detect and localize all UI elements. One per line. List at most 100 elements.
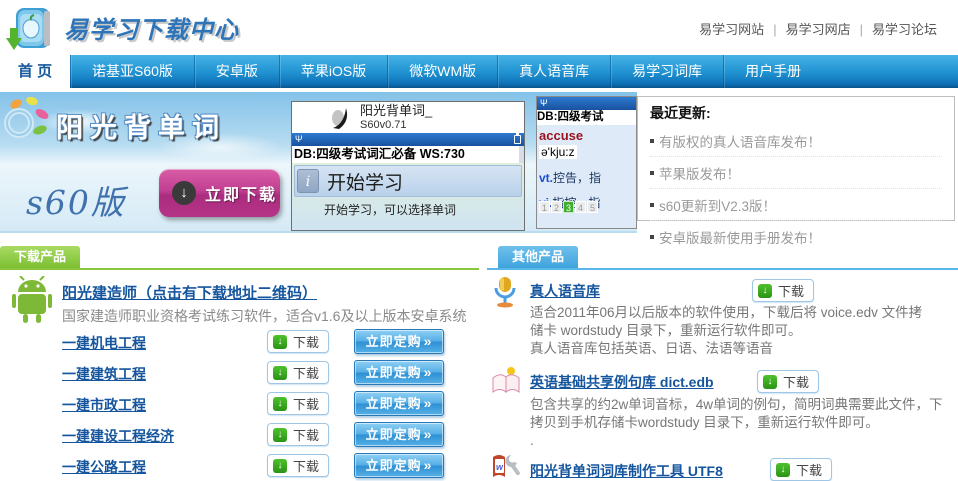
order-arrow-icon: » bbox=[424, 364, 433, 380]
download-button[interactable]: ↓下载 bbox=[267, 423, 329, 446]
download-button[interactable]: ↓下载 bbox=[757, 370, 819, 393]
product-link[interactable]: 一建建筑工程 bbox=[62, 364, 146, 384]
schoolbag-logo-icon bbox=[6, 2, 58, 52]
order-arrow-icon: » bbox=[424, 426, 433, 442]
product-link[interactable]: 一建机电工程 bbox=[62, 333, 146, 353]
voice-library-desc-line: 储卡 wordstudy 目录下，重新运行软件即可。 bbox=[530, 319, 802, 339]
download-arrow-icon: ↓ bbox=[763, 375, 777, 389]
product-link[interactable]: 一建公路工程 bbox=[62, 457, 146, 477]
bullet-icon bbox=[650, 235, 654, 239]
product-link[interactable]: 一建市政工程 bbox=[62, 395, 146, 415]
phone1-statusbar: Ψ bbox=[292, 133, 524, 146]
order-button[interactable]: 立即定购» bbox=[354, 391, 444, 416]
link-separator: | bbox=[860, 22, 863, 37]
page-number: 4 bbox=[575, 201, 586, 213]
hero-section: 阳光背单词 s60版 ↓ 立即下载 阳光背单词_ S60v0.71 Ψ DB:四… bbox=[0, 92, 958, 235]
order-button[interactable]: 立即定购» bbox=[354, 329, 444, 354]
voice-library-desc-line: 适合2011年06月以后版本的软件使用，下载后将 voice.edv 文件拷 bbox=[530, 301, 922, 321]
sentence-library-desc-line: 包含共享的约2w单词音标，4w单词的例句，简明词典需要此文件，下 bbox=[530, 393, 943, 413]
screenshot-phone2: Ψ DB:四级考试 accuse ə'kju:z vt.控告，指 vi.指控，指… bbox=[536, 96, 637, 229]
phone1-db-line: DB:四级考试词汇必备 WS:730 bbox=[292, 146, 524, 163]
bullet-icon bbox=[650, 139, 654, 143]
tab-other-products: 其他产品 bbox=[498, 246, 578, 268]
banner-subtitle: s60版 bbox=[26, 176, 126, 224]
download-arrow-icon: ↓ bbox=[273, 397, 287, 411]
phone1-app-title: 阳光背单词_ bbox=[360, 104, 432, 118]
recent-updates-title: 最近更新: bbox=[650, 103, 942, 123]
page-number: 1 bbox=[539, 201, 550, 213]
other-products-header: 其他产品 bbox=[487, 246, 958, 270]
product-link[interactable]: 一建建设工程经济 bbox=[62, 426, 174, 446]
download-button[interactable]: ↓下载 bbox=[267, 454, 329, 477]
nav-item-manual[interactable]: 用户手册 bbox=[723, 55, 822, 88]
page-number-active: 3 bbox=[563, 201, 574, 213]
order-arrow-icon: » bbox=[424, 395, 433, 411]
header: 易学习下载中心 易学习网站 | 易学习网店 | 易学习论坛 bbox=[0, 0, 958, 55]
link-separator: | bbox=[773, 22, 776, 37]
tool-icon: w bbox=[491, 453, 521, 479]
tab-download-products: 下载产品 bbox=[0, 246, 80, 268]
update-item[interactable]: s60更新到V2.3版！ bbox=[650, 189, 942, 221]
sentence-library-desc-line: 拷贝到手机存储卡wordstudy 目录下，重新运行软件即可。 bbox=[530, 411, 879, 431]
book-icon bbox=[491, 366, 521, 396]
phone2-phonetic: ə'kju:z bbox=[539, 145, 577, 159]
android-icon bbox=[10, 276, 54, 324]
order-button[interactable]: 立即定购» bbox=[354, 453, 444, 478]
nav-item-s60[interactable]: 诺基亚S60版 bbox=[70, 55, 194, 88]
banner-download-button[interactable]: ↓ 立即下载 bbox=[159, 169, 280, 217]
nav-item-ios[interactable]: 苹果iOS版 bbox=[279, 55, 387, 88]
page-number: 5 bbox=[587, 201, 598, 213]
download-arrow-icon: ↓ bbox=[758, 284, 772, 298]
site-title: 易学习下载中心 bbox=[64, 10, 239, 45]
nav-item-wm[interactable]: 微软WM版 bbox=[387, 55, 497, 88]
phone1-menu-desc: 开始学习，可以选择单词 bbox=[324, 201, 522, 218]
phone1-app-version: S60v0.71 bbox=[360, 119, 432, 131]
download-button[interactable]: ↓下载 bbox=[752, 279, 814, 302]
download-arrow-icon: ↓ bbox=[172, 181, 196, 205]
order-button[interactable]: 立即定购» bbox=[354, 422, 444, 447]
phone2-statusbar: Ψ bbox=[537, 97, 636, 110]
update-item[interactable]: 有版权的真人语音库发布！ bbox=[650, 125, 942, 157]
antenna-icon: Ψ bbox=[540, 97, 548, 110]
phone2-body: accuse ə'kju:z vt.控告，指 vi.指控，指 1 2 3 4 5 bbox=[537, 125, 636, 229]
phone1-menu: i 开始学习 开始学习，可以选择单词 bbox=[292, 163, 524, 231]
dict-tool-link[interactable]: 阳光背单词词库制作工具 UTF8 bbox=[530, 461, 723, 481]
link-forum[interactable]: 易学习论坛 bbox=[872, 22, 937, 37]
flower-decoration-icon bbox=[2, 96, 52, 148]
info-icon: i bbox=[297, 169, 319, 193]
battery-icon bbox=[514, 135, 521, 144]
order-button[interactable]: 立即定购» bbox=[354, 360, 444, 385]
antenna-icon: Ψ bbox=[295, 133, 303, 146]
product-main-desc: 国家建造师职业资格考试练习软件，适合v1.6及以上版本安卓系统 bbox=[62, 306, 466, 326]
main-nav: 首 页 诺基亚S60版 安卓版 苹果iOS版 微软WM版 真人语音库 易学习词库… bbox=[0, 55, 958, 88]
microphone-icon bbox=[491, 276, 519, 308]
nav-item-dict[interactable]: 易学习词库 bbox=[610, 55, 723, 88]
product-main-link[interactable]: 阳光建造师（点击有下载地址二维码） bbox=[62, 282, 317, 303]
screenshot-phone1: 阳光背单词_ S60v0.71 Ψ DB:四级考试词汇必备 WS:730 i 开… bbox=[291, 101, 525, 231]
banner-title: 阳光背单词 bbox=[56, 106, 286, 145]
link-website[interactable]: 易学习网站 bbox=[699, 22, 764, 37]
update-item[interactable]: 苹果版发布！ bbox=[650, 157, 942, 189]
download-button[interactable]: ↓下载 bbox=[267, 392, 329, 415]
voice-library-desc-line: 真人语音库包括英语、日语、法语等语音 bbox=[530, 337, 773, 357]
download-button[interactable]: ↓下载 bbox=[267, 361, 329, 384]
order-arrow-icon: » bbox=[424, 333, 433, 349]
download-arrow-icon: ↓ bbox=[776, 463, 790, 477]
phone2-pagination: 1 2 3 4 5 bbox=[539, 201, 598, 213]
nav-item-voice[interactable]: 真人语音库 bbox=[497, 55, 610, 88]
nav-item-android[interactable]: 安卓版 bbox=[194, 55, 279, 88]
phone1-selected-item: i 开始学习 bbox=[294, 165, 522, 197]
phone2-meaning1: vt.控告，指 bbox=[539, 169, 634, 186]
download-button[interactable]: ↓下载 bbox=[267, 330, 329, 353]
download-button[interactable]: ↓下载 bbox=[770, 458, 832, 481]
link-store[interactable]: 易学习网店 bbox=[786, 22, 851, 37]
nav-item-home[interactable]: 首 页 bbox=[0, 55, 70, 88]
voice-library-link[interactable]: 真人语音库 bbox=[530, 281, 600, 301]
phone2-db-line: DB:四级考试 bbox=[537, 110, 636, 125]
download-products-header: 下载产品 bbox=[0, 246, 479, 270]
download-arrow-icon: ↓ bbox=[273, 459, 287, 473]
site-logo[interactable]: 易学习下载中心 bbox=[6, 2, 239, 52]
app-logo-icon bbox=[330, 106, 352, 130]
page-number: 2 bbox=[551, 201, 562, 213]
sentence-library-link[interactable]: 英语基础共享例句库 dict.edb bbox=[530, 372, 714, 392]
